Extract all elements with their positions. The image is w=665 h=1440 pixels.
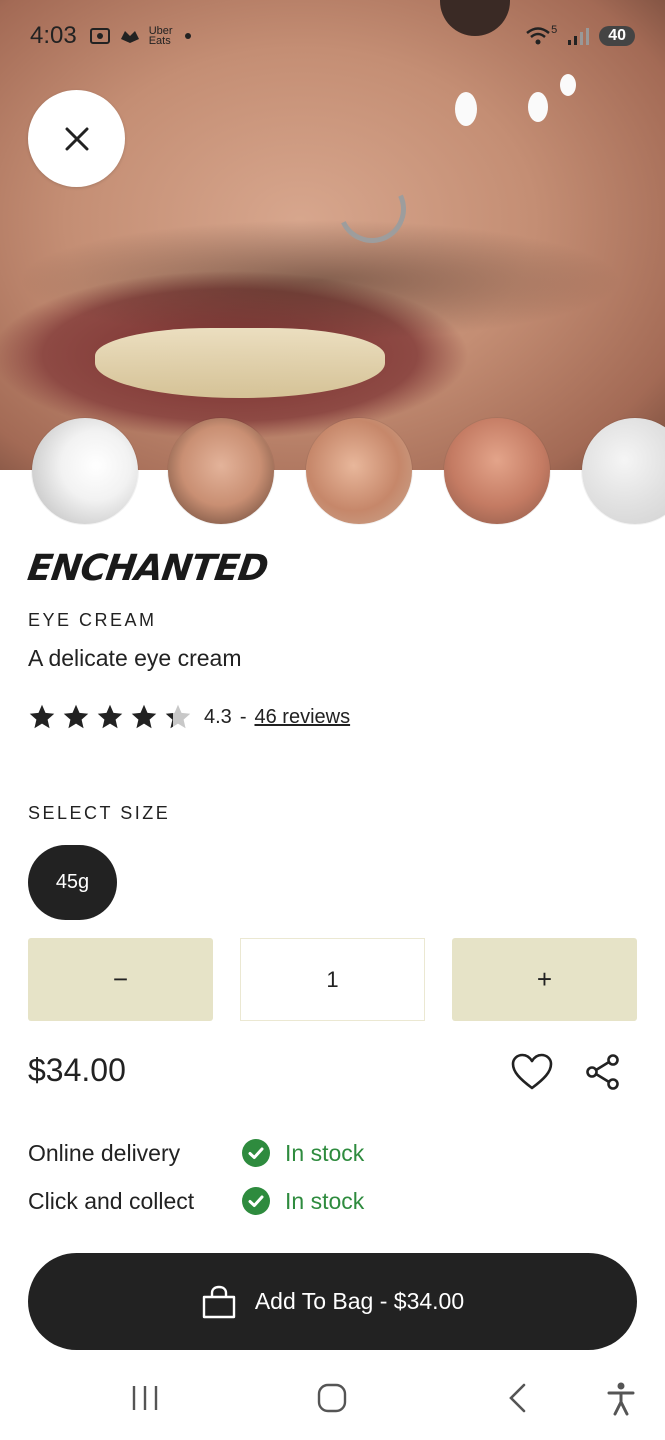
star-full-icon (63, 704, 89, 729)
availability-collect-status: In stock (242, 1187, 364, 1215)
network-type: 5 (551, 24, 558, 36)
product-hero-image (0, 0, 665, 470)
status-time: 4:03 (30, 22, 77, 49)
status-bar: 4:03 Uber Eats 5 40 (30, 18, 635, 54)
check-circle-icon (242, 1187, 270, 1215)
status-notification-icons: Uber Eats (89, 25, 191, 47)
status-system-icons: 5 40 (525, 24, 635, 46)
check-circle-icon (242, 1139, 270, 1167)
battery-indicator: 40 (599, 26, 635, 46)
screenshot-icon (89, 28, 110, 44)
bird-app-icon (120, 31, 139, 43)
signal-icon (568, 28, 590, 45)
product-price: $34.00 (28, 1052, 126, 1088)
thumbnail-model-3[interactable] (444, 418, 550, 524)
close-icon (65, 127, 88, 150)
add-to-bag-label: Add To Bag - $34.00 (254, 1288, 465, 1314)
quantity-increase-button[interactable]: + (452, 938, 637, 1021)
product-description: A delicate eye cream (28, 645, 242, 671)
thumbnail-model-1[interactable] (168, 418, 274, 524)
hero-teeth (95, 328, 385, 398)
share-button[interactable] (584, 1052, 622, 1092)
star-partial-icon (165, 704, 191, 729)
size-option-45g[interactable]: 45g (28, 845, 117, 920)
availability-online-status: In stock (242, 1139, 364, 1167)
favorite-button[interactable] (510, 1052, 554, 1092)
collect-stock-text: In stock (285, 1187, 365, 1214)
rating-value: 4.3 (204, 705, 232, 728)
star-full-icon (97, 704, 123, 729)
thumbnail-model-2[interactable] (306, 418, 412, 524)
system-navigation-bar (0, 1362, 665, 1440)
notification-dot-icon (184, 33, 191, 39)
rating-stars (28, 703, 192, 731)
share-icon (586, 1054, 619, 1090)
star-full-icon (131, 704, 157, 729)
select-size-label: SELECT SIZE (28, 803, 171, 823)
availability-collect-label: Click and collect (28, 1188, 195, 1214)
close-button[interactable] (28, 90, 125, 187)
reviews-link[interactable]: 46 reviews (254, 706, 350, 729)
image-thumbnail-carousel (0, 418, 665, 528)
quantity-input[interactable] (240, 938, 425, 1021)
thumbnail-texture[interactable] (582, 418, 665, 524)
availability-online-label: Online delivery (28, 1140, 181, 1166)
accessibility-icon[interactable] (606, 1382, 636, 1416)
rating-separator: - (239, 705, 247, 728)
hero-beard-shade (0, 220, 665, 340)
product-rating: 4.3 - 46 reviews (28, 703, 350, 731)
add-to-bag-button[interactable]: Add To Bag - $34.00 (28, 1253, 637, 1350)
thumbnail-cream[interactable] (32, 418, 138, 524)
back-icon[interactable] (506, 1382, 530, 1414)
uber-eats-label: Uber Eats (148, 25, 173, 47)
product-name: ENCHANTED (25, 548, 271, 589)
quantity-decrease-button[interactable]: − (28, 938, 213, 1021)
star-full-icon (29, 704, 55, 729)
wifi-icon (526, 27, 550, 45)
shopping-bag-icon (202, 1285, 236, 1318)
recent-apps-icon[interactable] (130, 1382, 160, 1414)
heart-icon (511, 1053, 553, 1090)
home-icon[interactable] (316, 1382, 348, 1414)
product-category: EYE CREAM (28, 610, 157, 630)
online-stock-text: In stock (285, 1139, 365, 1166)
